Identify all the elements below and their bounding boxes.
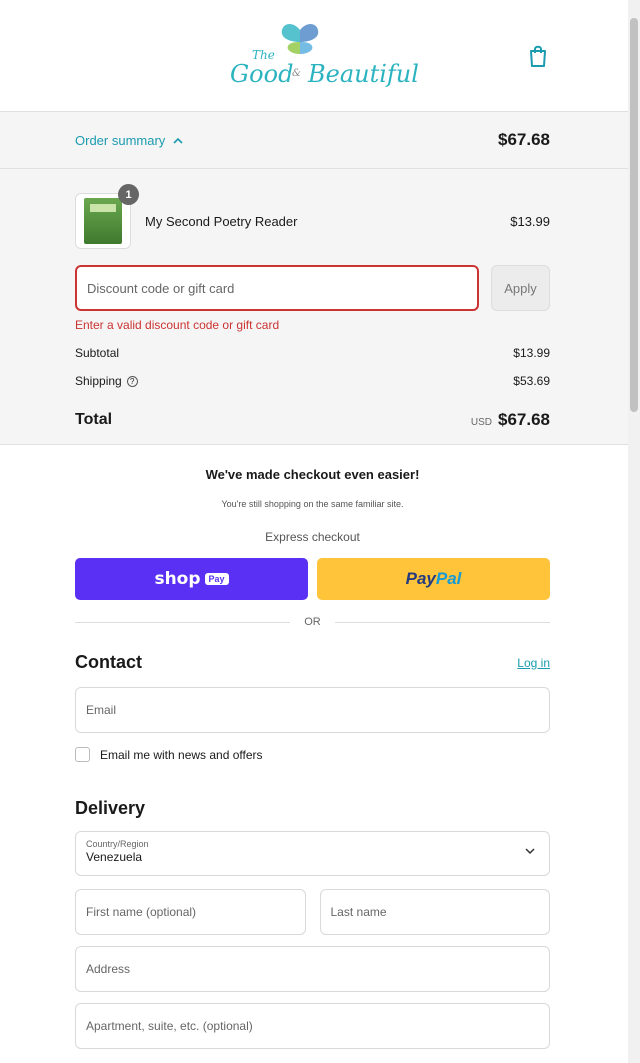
discount-code-input[interactable]	[75, 265, 479, 311]
subtotal-label: Subtotal	[75, 346, 120, 360]
chevron-down-icon	[525, 848, 535, 855]
shipping-label: Shipping	[75, 374, 122, 388]
first-name-field[interactable]	[75, 889, 306, 935]
contact-header: Contact Log in	[75, 652, 550, 673]
apartment-field[interactable]	[75, 1003, 550, 1049]
shipping-row: Shipping ? $53.69	[75, 374, 550, 388]
paypal-logo-part2: Pal	[435, 569, 462, 588]
notice-subtitle: You're still shopping on the same famili…	[221, 499, 404, 509]
line-item: 1 My Second Poetry Reader $13.99	[75, 184, 550, 249]
country-label: Country/Region	[86, 839, 149, 849]
total-row: Total USD $67.68	[75, 410, 550, 430]
shopping-bag-icon[interactable]	[527, 44, 549, 68]
express-checkout-label: Express checkout	[265, 530, 360, 544]
total-value: $67.68	[498, 410, 550, 429]
or-divider: OR	[75, 616, 550, 628]
delivery-header: Delivery	[75, 798, 550, 819]
butterfly-icon	[281, 24, 319, 54]
product-price: $13.99	[510, 213, 550, 229]
email-field[interactable]	[75, 687, 550, 733]
contact-heading: Contact	[75, 652, 142, 672]
discount-row: Apply	[75, 265, 550, 311]
scrollbar-thumb[interactable]	[630, 18, 638, 412]
country-value: Venezuela	[86, 850, 143, 864]
subtotal-value: $13.99	[513, 346, 550, 360]
logo-beautiful: Beautiful	[308, 60, 419, 88]
currency-code: USD	[470, 417, 492, 428]
brand-logo[interactable]: The Good & Beautiful	[228, 20, 419, 92]
shipping-value: $53.69	[513, 374, 550, 388]
product-name: My Second Poetry Reader	[145, 213, 298, 229]
order-summary-toggle-label[interactable]: Order summary	[75, 133, 183, 148]
product-thumbnail: 1	[75, 184, 139, 249]
express-buttons: shop Pay Pay Pal	[75, 558, 550, 600]
last-name-field[interactable]	[319, 889, 550, 935]
logo-good: Good	[230, 60, 294, 88]
name-row	[75, 889, 550, 935]
shop-pay-logo-text: shop	[154, 569, 201, 589]
help-icon[interactable]: ?	[126, 375, 138, 387]
newsletter-checkbox[interactable]	[75, 747, 90, 762]
address-field[interactable]	[75, 946, 550, 992]
quantity-badge: 1	[118, 184, 139, 205]
country-select[interactable]: Country/Region Venezuela	[75, 831, 550, 876]
notice-title: We've made checkout even easier!	[205, 467, 420, 482]
order-summary-total: $67.68	[498, 130, 550, 149]
page-scrollbar[interactable]	[628, 0, 640, 1063]
apply-discount-button[interactable]: Apply	[491, 265, 550, 311]
order-summary-label: Order summary	[75, 132, 166, 148]
shop-pay-button[interactable]: shop Pay	[75, 558, 308, 600]
login-link[interactable]: Log in	[517, 656, 550, 670]
logo-amp: &	[292, 68, 301, 79]
chevron-up-icon	[173, 137, 183, 144]
paypal-button[interactable]: Pay Pal	[317, 558, 550, 600]
newsletter-option: Email me with news and offers	[75, 747, 550, 762]
subtotal-row: Subtotal $13.99	[75, 346, 550, 360]
shop-pay-logo-badge: Pay	[204, 573, 229, 585]
book-cover-image	[84, 198, 122, 244]
or-label: OR	[304, 616, 321, 628]
header: The Good & Beautiful	[0, 0, 640, 112]
discount-error-message: Enter a valid discount code or gift card	[75, 318, 280, 332]
newsletter-label: Email me with news and offers	[100, 747, 263, 762]
order-summary: Order summary $67.68 1 My Second Poetry …	[0, 112, 640, 445]
delivery-heading: Delivery	[75, 798, 146, 818]
checkout-main: We've made checkout even easier! You're …	[0, 467, 640, 1049]
total-label: Total	[75, 411, 113, 428]
paypal-logo-part1: Pay	[405, 569, 436, 588]
order-summary-toggle[interactable]: Order summary $67.68	[0, 112, 640, 169]
